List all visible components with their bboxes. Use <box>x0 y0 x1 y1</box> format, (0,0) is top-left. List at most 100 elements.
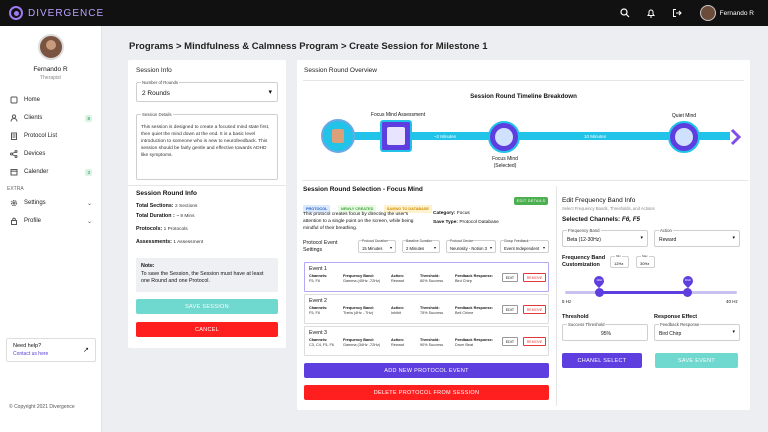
protocol-device-select[interactable]: Protocol Device Neurosity - Notion 3 ▾ <box>446 239 496 253</box>
bell-icon[interactable] <box>644 6 658 20</box>
timeline-start-node[interactable] <box>321 119 355 153</box>
selection-title: Session Round Selection - Focus Mind <box>303 186 423 193</box>
field-label: Number of Rounds <box>141 80 180 85</box>
calendar-icon <box>9 168 18 177</box>
remove-button[interactable]: REMOVE <box>523 305 546 314</box>
action-select[interactable]: Action Reward ▾ <box>654 228 740 247</box>
timeline-node-quiet-mind[interactable] <box>668 121 700 153</box>
field-label: Min <box>615 254 622 258</box>
col-label: Channels: <box>309 274 328 278</box>
chevron-down-icon: ▾ <box>542 245 545 250</box>
session-details-field[interactable]: Session Details This session is designed… <box>136 112 278 180</box>
edit-button[interactable]: EDIT <box>502 273 518 282</box>
response-title: Response Effect <box>654 314 698 320</box>
event-name: Event 2 <box>309 298 327 304</box>
save-event-button[interactable]: SAVE EVENT <box>655 353 738 368</box>
field-label: Action <box>659 228 673 233</box>
user-name: Fernando R <box>719 9 754 17</box>
add-protocol-event-button[interactable]: ADD NEW PROTOCOL EVENT <box>304 363 549 378</box>
select-value: Event Independent <box>504 246 540 251</box>
protocol-duration-select[interactable]: Protocol Duration 15 Minutes ▾ <box>358 239 396 253</box>
min-hz-input[interactable]: Min 12Hz <box>610 254 629 268</box>
sidebar-item-protocol-list[interactable]: Protocol List <box>0 127 101 145</box>
stat-value: 2 Sections <box>175 204 198 209</box>
search-icon[interactable] <box>618 6 632 20</box>
sidebar-item-calender[interactable]: Calender 3 <box>0 163 101 181</box>
divider <box>128 185 286 186</box>
timeline-duration-label: ~2 Minutes <box>433 134 457 139</box>
col-label: Action: <box>391 338 405 342</box>
sidebar-item-devices[interactable]: Devices <box>0 145 101 163</box>
divider <box>302 180 748 181</box>
event-row-1[interactable]: Event 1 Channels: F5, F6 Frequency Band: G… <box>304 262 549 292</box>
logo-icon <box>9 6 23 20</box>
slider-pin-label-high: 30Hz <box>684 279 691 282</box>
divider <box>303 80 744 81</box>
timeline-node-focus-assessment[interactable] <box>380 120 412 152</box>
contact-link[interactable]: Contact us here <box>13 351 89 357</box>
field-label: Max <box>641 254 649 258</box>
event-band: Gamma (40Hz -72Hz) <box>343 279 381 283</box>
sidebar-profile: Fernando R Therapist <box>0 26 101 81</box>
field-value: 2 Rounds <box>142 90 170 97</box>
avatar[interactable] <box>699 5 716 21</box>
frequency-band-select[interactable]: Frequency Band Beta (12-30Hz) ▾ <box>562 228 648 247</box>
profile-role: Therapist <box>40 75 61 81</box>
checklist-icon <box>387 127 405 145</box>
event-row-2[interactable]: Event 2 Channels: F5, F6 Frequency Band: T… <box>304 294 549 324</box>
timeline-title: Session Round Timeline Breakdown <box>470 93 577 100</box>
delete-protocol-button[interactable]: DELETE PROTOCOL FROM SESSION <box>304 385 549 400</box>
channels-label: Selected Channels: <box>562 216 621 223</box>
profile-avatar <box>37 34 64 60</box>
sidebar-item-settings[interactable]: Settings ⌄ <box>0 194 101 212</box>
list-icon <box>9 132 18 141</box>
col-label: Feedback Response: <box>455 274 493 278</box>
chevron-down-icon: ▾ <box>732 235 735 241</box>
slider-handle-low[interactable] <box>594 288 604 297</box>
success-threshold-input[interactable]: Success Threshold 95% <box>562 322 648 341</box>
event-row-3[interactable]: Event 3 Channels: C3, C4, F5, F6 Frequenc… <box>304 326 549 356</box>
logo[interactable]: DIVERGENCE <box>9 6 104 20</box>
sidebar-item-profile[interactable]: Profile ⌄ <box>0 212 101 230</box>
save-session-button[interactable]: SAVE SESSION <box>136 299 278 314</box>
timeline-node-focus-mind[interactable] <box>488 121 520 153</box>
max-hz-input[interactable]: Max 30Hz <box>636 254 655 268</box>
cancel-button[interactable]: CANCEL <box>136 322 278 337</box>
col-label: Action: <box>391 274 405 278</box>
timeline-next-arrow-icon[interactable] <box>730 128 742 151</box>
channel-select-button[interactable]: CHANEL SELECT <box>562 353 642 368</box>
external-link-icon[interactable]: ↗ <box>83 346 89 354</box>
edit-button[interactable]: EDIT <box>502 305 518 314</box>
field-value: 30Hz <box>640 261 650 266</box>
save-type-value: Protocol Database <box>459 220 499 225</box>
panel-title: Session Info <box>136 67 172 74</box>
group-feedback-select[interactable]: Group Feedback Event Independent ▾ <box>500 239 549 253</box>
sidebar-item-label: Devices <box>24 151 46 157</box>
frequency-slider-range <box>599 291 688 294</box>
sidebar-item-label: Protocol List <box>24 133 58 139</box>
col-label: Feedback Response: <box>455 306 493 310</box>
divider <box>556 186 557 406</box>
select-label: Baseline Duration <box>406 239 433 243</box>
frequency-slider-track[interactable]: 12Hz 30Hz <box>565 273 737 297</box>
save-type-row: Save Type: Protocol Database <box>433 220 499 225</box>
event-name: Event 1 <box>309 266 327 272</box>
logout-icon[interactable] <box>670 6 684 20</box>
baseline-duration-select[interactable]: Baseline Duration 2 Minutes ▾ <box>402 239 440 253</box>
field-value: Reward <box>659 237 677 243</box>
sidebar-item-clients[interactable]: Clients 8 <box>0 109 101 127</box>
col-label: Channels: <box>309 306 328 310</box>
save-type-label: Save Type: <box>433 220 458 225</box>
edit-button[interactable]: EDIT <box>502 337 518 346</box>
edit-details-button[interactable]: EDIT DETAILS <box>514 197 548 205</box>
sidebar-item-home[interactable]: Home <box>0 91 101 109</box>
remove-button[interactable]: REMOVE <box>523 273 546 282</box>
feedback-response-select[interactable]: Feedback Response Bird Chirp ▾ <box>654 322 740 341</box>
rounds-select[interactable]: Number of Rounds 2 Rounds ▾ <box>136 80 278 102</box>
col-label: Threshold: <box>420 274 440 278</box>
timeline-node-label: Focus Mind Assessment <box>370 112 426 118</box>
edit-band-subtitle: Select Frequency Bands, Thresholds, and … <box>562 206 655 211</box>
session-info-panel: Session Info Number of Rounds 2 Rounds ▾… <box>128 60 286 348</box>
remove-button[interactable]: REMOVE <box>523 337 546 346</box>
chevron-down-icon: ⌄ <box>86 200 92 207</box>
